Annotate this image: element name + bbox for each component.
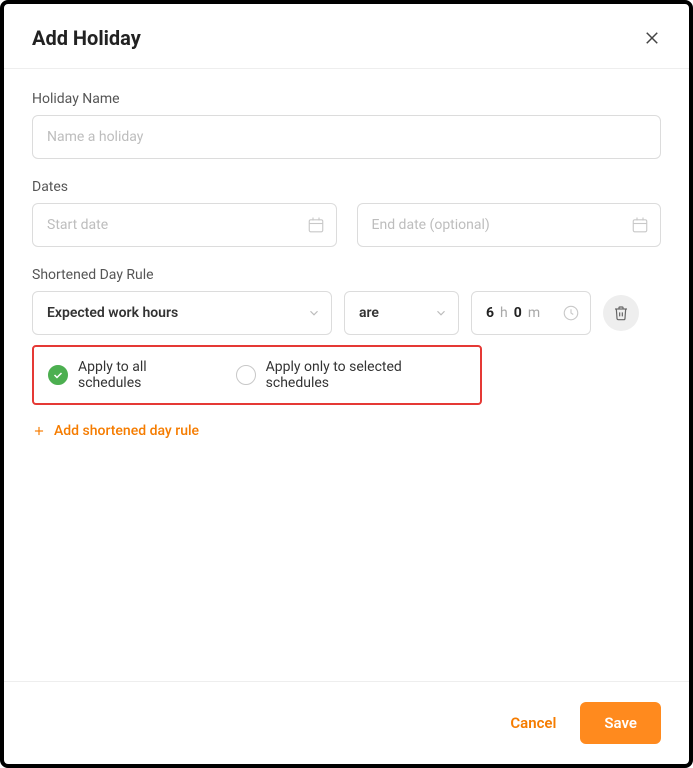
apply-all-label: Apply to all schedules xyxy=(78,359,212,391)
holiday-name-input[interactable] xyxy=(32,115,661,159)
dates-row xyxy=(32,203,661,247)
cancel-button[interactable]: Cancel xyxy=(498,704,568,742)
operator-select[interactable]: are xyxy=(344,291,459,335)
radio-indicator-unchecked xyxy=(236,365,256,385)
start-date-wrap xyxy=(32,203,337,247)
apply-all-radio[interactable]: Apply to all schedules xyxy=(48,359,212,391)
dates-group: Dates xyxy=(32,179,661,247)
hours-value: 6 xyxy=(486,305,494,321)
dates-label: Dates xyxy=(32,179,661,195)
modal-header: Add Holiday xyxy=(4,4,689,69)
delete-rule-button[interactable] xyxy=(603,295,639,331)
mins-value: 0 xyxy=(514,305,522,321)
trash-icon xyxy=(613,305,629,321)
holiday-name-label: Holiday Name xyxy=(32,91,661,107)
chevron-down-icon xyxy=(307,306,321,320)
rule-row: Expected work hours are 6 h 0 m xyxy=(32,291,661,335)
duration-input[interactable]: 6 h 0 m xyxy=(471,291,591,335)
save-button[interactable]: Save xyxy=(580,702,661,744)
rule-group: Shortened Day Rule Expected work hours a… xyxy=(32,267,661,439)
add-rule-label: Add shortened day rule xyxy=(54,423,199,439)
add-rule-button[interactable]: Add shortened day rule xyxy=(32,423,661,439)
modal-title: Add Holiday xyxy=(32,26,141,50)
radio-indicator-checked xyxy=(48,365,68,385)
hours-unit: h xyxy=(500,305,508,321)
rule-label: Shortened Day Rule xyxy=(32,267,661,283)
operator-select-value: are xyxy=(359,305,379,321)
chevron-down-icon xyxy=(434,306,448,320)
start-date-input[interactable] xyxy=(32,203,337,247)
end-date-input[interactable] xyxy=(357,203,662,247)
modal-content: Holiday Name Dates Shortened Day Rule Ex… xyxy=(4,69,689,681)
end-date-wrap xyxy=(357,203,662,247)
check-icon xyxy=(52,369,64,381)
close-icon[interactable] xyxy=(643,29,661,47)
schedule-scope-radio-group: Apply to all schedules Apply only to sel… xyxy=(32,345,482,405)
apply-selected-radio[interactable]: Apply only to selected schedules xyxy=(236,359,466,391)
clock-icon xyxy=(562,304,580,322)
mins-unit: m xyxy=(528,305,540,321)
apply-selected-label: Apply only to selected schedules xyxy=(266,359,466,391)
attribute-select[interactable]: Expected work hours xyxy=(32,291,332,335)
plus-icon xyxy=(32,424,46,438)
holiday-name-group: Holiday Name xyxy=(32,91,661,159)
attribute-select-value: Expected work hours xyxy=(47,305,178,321)
modal-footer: Cancel Save xyxy=(4,681,689,764)
